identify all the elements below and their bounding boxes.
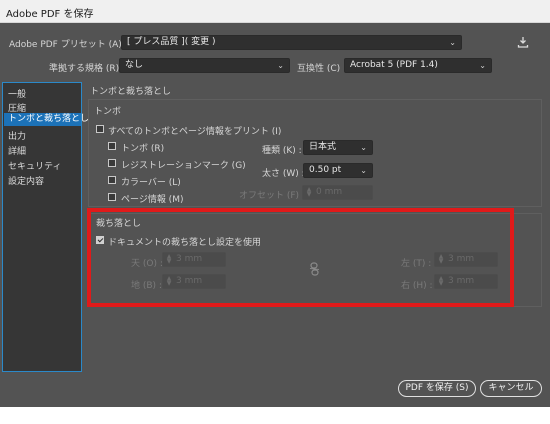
trim-marks-label[interactable]: トンボ (R) xyxy=(121,141,164,154)
chevron-down-icon: ⌄ xyxy=(360,143,367,152)
sidebar-item-general[interactable]: 一般 xyxy=(8,87,26,100)
marks-offset-label: オフセット (F) : xyxy=(239,191,305,201)
download-icon[interactable] xyxy=(517,36,529,48)
sidebar: 一般 圧縮 トンボと裁ち落とし 出力 詳細 セキュリティ 設定内容 xyxy=(2,82,89,372)
sidebar-item-summary[interactable]: 設定内容 xyxy=(8,174,44,187)
title-bar: Adobe PDF を保存 xyxy=(0,0,550,23)
marks-weight-label: 太さ (W) : xyxy=(262,169,305,179)
page-info-checkbox[interactable] xyxy=(108,193,116,201)
standard-label: 準拠する規格 (R) : xyxy=(49,64,126,74)
section-title: トンボと裁ち落とし xyxy=(90,87,172,97)
marks-offset-stepper[interactable]: ▲ ▼ 0 mm xyxy=(302,185,373,200)
compatibility-value: Acrobat 5 (PDF 1.4) xyxy=(350,60,438,70)
compatibility-dropdown[interactable]: Acrobat 5 (PDF 1.4) ⌄ xyxy=(344,58,492,73)
marks-type-value: 日本式 xyxy=(309,142,337,152)
compatibility-label: 互換性 (C) : xyxy=(297,64,347,74)
stepper-arrows-icon: ▲ ▼ xyxy=(306,186,312,198)
color-bars-label[interactable]: カラーバー (L) xyxy=(121,175,181,188)
dialog-title: Adobe PDF を保存 xyxy=(6,9,94,20)
preset-dropdown[interactable]: [ プレス品質 ]( 変更 ) ⌄ xyxy=(121,35,462,50)
marks-offset-value: 0 mm xyxy=(316,187,343,197)
chevron-down-icon: ⌄ xyxy=(277,61,284,70)
sidebar-item-advanced[interactable]: 詳細 xyxy=(8,144,26,157)
standard-value: なし xyxy=(125,60,144,70)
marks-type-dropdown[interactable]: 日本式 ⌄ xyxy=(303,140,373,155)
marks-group-label: トンボ xyxy=(94,107,122,117)
preset-label: Adobe PDF プリセット (A) : xyxy=(9,40,128,50)
chevron-down-icon: ⌄ xyxy=(360,166,367,175)
sidebar-item-security[interactable]: セキュリティ xyxy=(8,159,61,172)
marks-weight-dropdown[interactable]: 0.50 pt ⌄ xyxy=(303,163,373,178)
bleed-highlight-box xyxy=(87,208,514,307)
registration-marks-label[interactable]: レジストレーションマーク (G) xyxy=(121,158,246,171)
all-marks-label[interactable]: すべてのトンボとページ情報をプリント (I) xyxy=(108,124,281,137)
sidebar-item-marks-and-bleeds[interactable]: トンボと裁ち落とし xyxy=(4,113,89,126)
standard-dropdown[interactable]: なし ⌄ xyxy=(119,58,290,73)
marks-weight-value: 0.50 pt xyxy=(309,165,342,175)
all-marks-checkbox[interactable] xyxy=(96,125,104,133)
cancel-button[interactable]: キャンセル xyxy=(480,380,542,397)
color-bars-checkbox[interactable] xyxy=(108,176,116,184)
registration-marks-checkbox[interactable] xyxy=(108,159,116,167)
sidebar-item-output[interactable]: 出力 xyxy=(8,129,26,142)
save-pdf-button[interactable]: PDF を保存 (S) xyxy=(398,380,476,397)
trim-marks-checkbox[interactable] xyxy=(108,142,116,150)
chevron-down-icon: ⌄ xyxy=(479,61,486,70)
preset-value: [ プレス品質 ]( 変更 ) xyxy=(127,37,216,47)
page-info-label[interactable]: ページ情報 (M) xyxy=(121,192,183,205)
marks-type-label: 種類 (K) : xyxy=(262,146,302,156)
save-pdf-dialog: Adobe PDF を保存 Adobe PDF プリセット (A) : [ プレ… xyxy=(0,0,550,407)
chevron-down-icon: ⌄ xyxy=(449,38,456,47)
